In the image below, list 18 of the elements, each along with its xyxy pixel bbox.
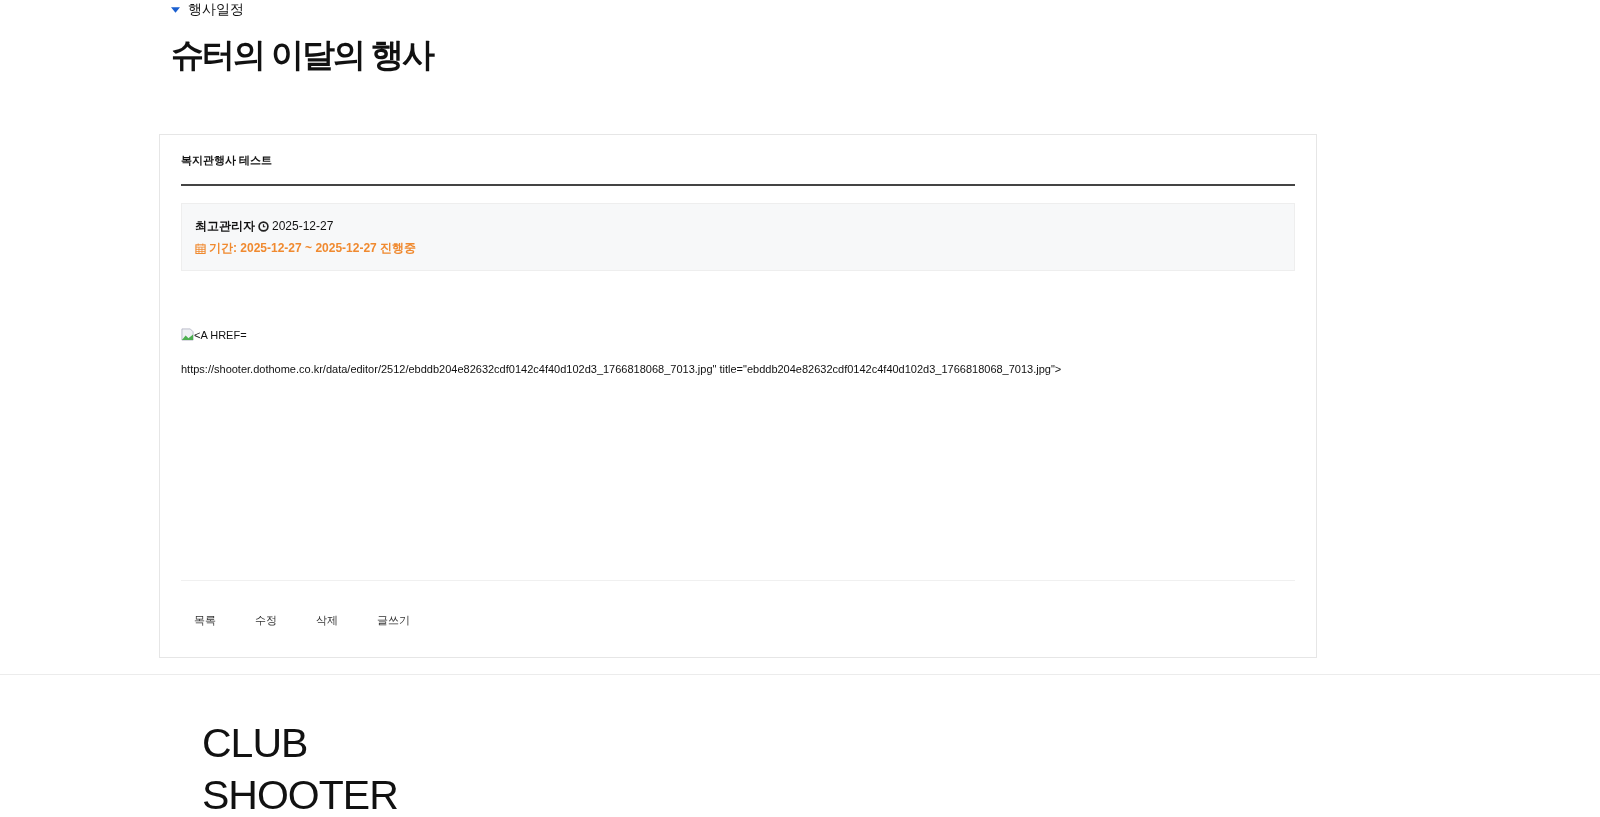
body-text: <A HREF= bbox=[194, 328, 247, 341]
action-button[interactable]: 삭제 bbox=[306, 609, 348, 632]
post-title: 복지관행사 테스트 bbox=[181, 153, 1295, 186]
breadcrumb-text: 행사일정 bbox=[188, 1, 244, 19]
broken-image-icon bbox=[181, 328, 194, 341]
author-name: 최고관리자 bbox=[195, 217, 255, 235]
footer-logo-text: SHOOTER bbox=[202, 771, 399, 817]
action-button[interactable]: 목록 bbox=[184, 609, 226, 632]
action-button[interactable]: 수정 bbox=[245, 609, 287, 632]
event-period: 기간: 2025-12-27 ~ 2025-12-27 진행중 bbox=[209, 239, 417, 257]
body-text: https://shooter.dothome.co.kr/data/editor/2512/ebddb204e82632cdf0142c4f40d102d3_1766818068_7013.jpg" title="ebddb204e82632cdf0142c4f40d102d3_1766818068_7013.jpg"> bbox=[181, 363, 1063, 375]
page-title: 슈터의 이달의 행사 bbox=[171, 35, 435, 75]
caret-icon bbox=[171, 7, 180, 13]
post-date: 2025-12-27 bbox=[272, 219, 334, 233]
action-button[interactable]: 글쓰기 bbox=[367, 609, 420, 632]
clock-icon bbox=[258, 220, 269, 232]
footer-logo-text: CLUB bbox=[202, 719, 309, 768]
calendar-icon bbox=[195, 242, 206, 254]
